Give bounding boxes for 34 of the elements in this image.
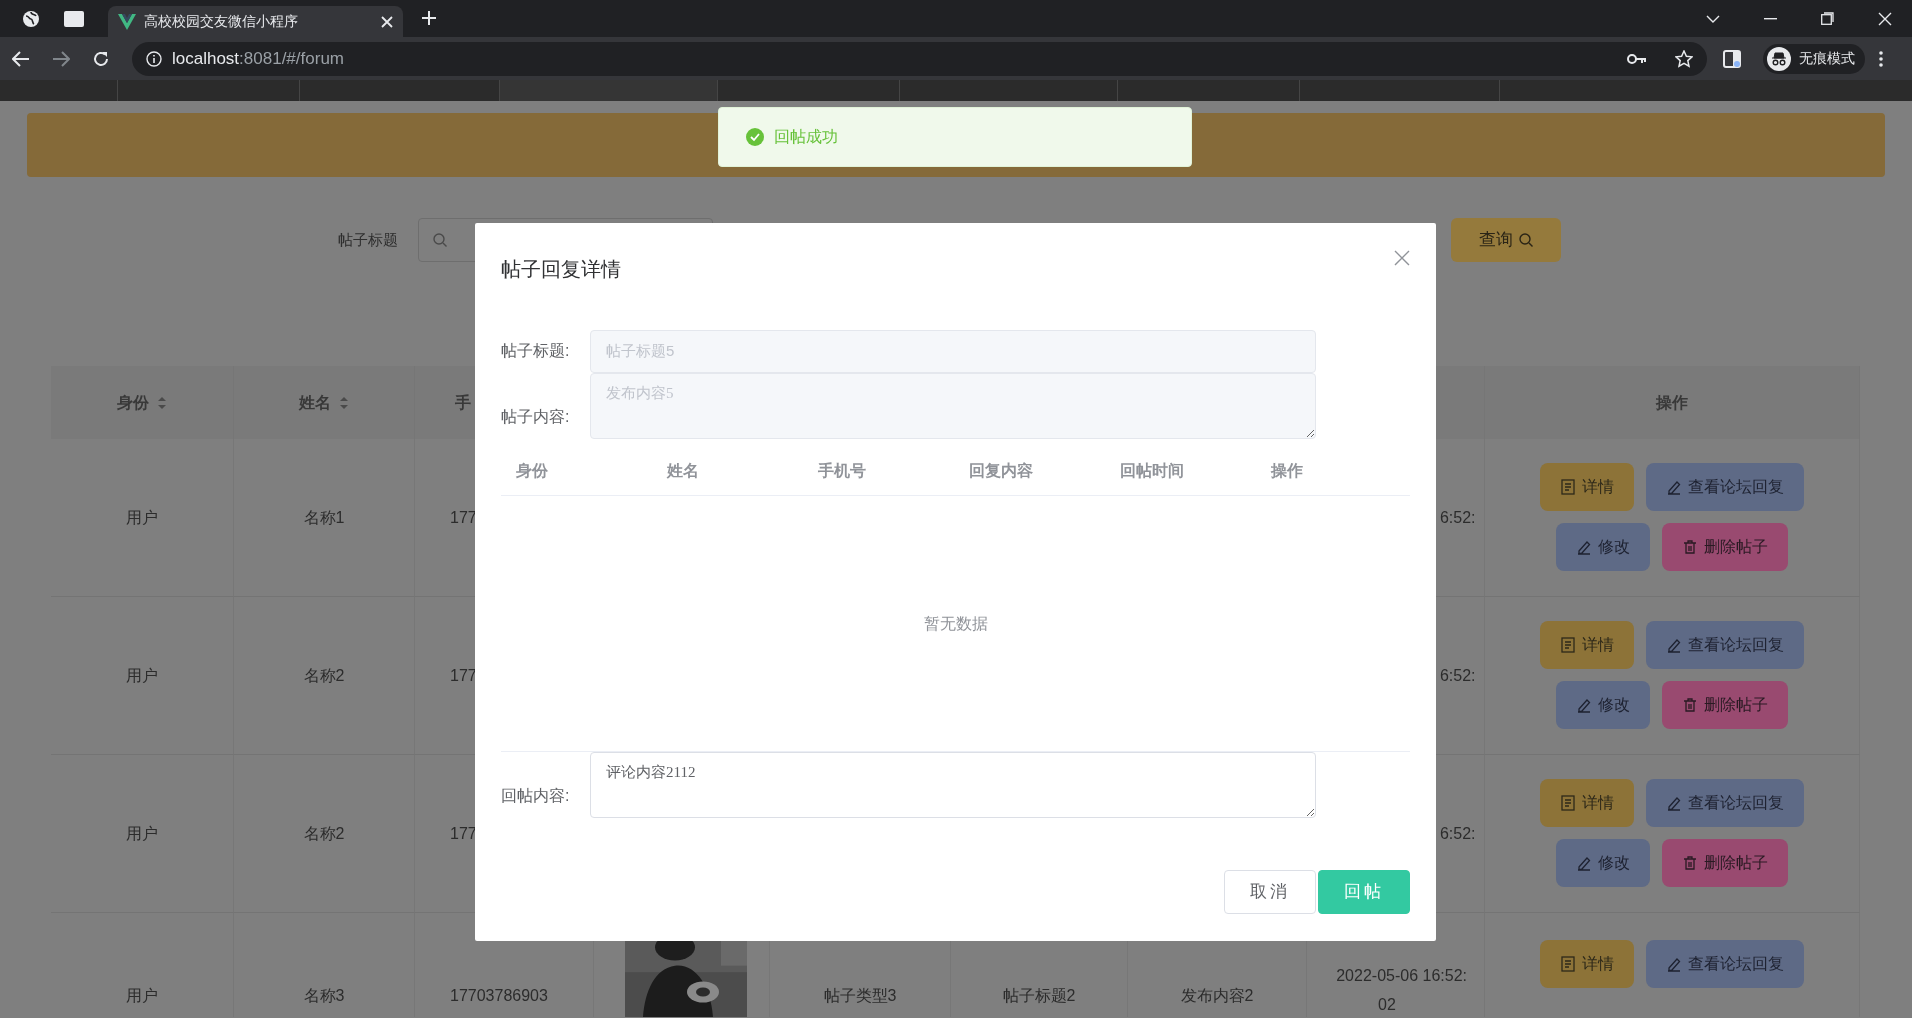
table-cell-text: 帖子类型3 (823, 986, 897, 1006)
table-cell-text: 6:52: (1438, 508, 1476, 528)
table-cell-text: 帖子标题2 (1002, 986, 1076, 1006)
table-cell-text: 177 (450, 823, 477, 844)
column-header: 姓名 (665, 461, 700, 481)
toast-message: 回帖成功 (718, 107, 1192, 167)
table-cell-text: 177 (450, 507, 477, 528)
column-header: 身份 (515, 461, 549, 481)
table-cell-text: 用户 (126, 665, 158, 686)
table-cell-text: 17703786903 (450, 986, 548, 1006)
table-cell-text: 名称2 (303, 665, 345, 686)
field-label: 帖子标题: (501, 341, 571, 361)
table-cell-text: 名称2 (303, 823, 345, 844)
table-cell-text: 2022-05-06 16:52: 02 (1335, 966, 1467, 1015)
table-cell-text: 6:52: (1438, 666, 1476, 686)
dialog-title: 帖子回复详情 (501, 257, 621, 282)
table-cell-text: 用户 (126, 507, 158, 528)
field-label: 回帖内容: (501, 786, 571, 806)
column-header: 手机号 (817, 461, 867, 481)
field-label: 帖子内容: (501, 407, 571, 427)
tab-title: 高校校园交友微信小程序 (144, 12, 299, 31)
table-cell-text: 发布内容2 (1180, 986, 1254, 1006)
table-cell-text: 用户 (126, 823, 158, 844)
search-label: 帖子标题 (338, 229, 399, 250)
table-cell-text: 名称1 (303, 507, 345, 528)
column-header: 操作 (1656, 392, 1688, 413)
column-header: 操作 (1269, 461, 1304, 481)
table-cell-text: 6:52: (1438, 824, 1476, 844)
column-header: 回帖时间 (1119, 461, 1185, 481)
column-header: 回复内容 (968, 461, 1034, 481)
empty-text: 暂无数据 (923, 613, 988, 634)
table-cell-text: 用户 (126, 986, 158, 1006)
table-cell-text: 名称3 (303, 986, 345, 1006)
table-cell-text: 177 (450, 665, 477, 686)
